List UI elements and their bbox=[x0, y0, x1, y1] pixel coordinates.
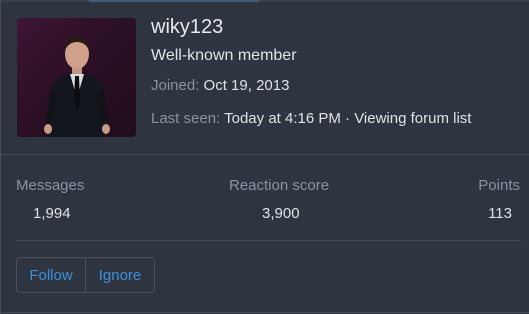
stat-value-points[interactable]: 113 bbox=[488, 205, 512, 222]
section-divider bbox=[1, 154, 529, 155]
last-seen-value: Today at 4:16 PM · Viewing forum list bbox=[224, 110, 472, 127]
member-profile-card: wiky123 Well-known member Joined: Oct 19… bbox=[0, 0, 529, 314]
ignore-button[interactable]: Ignore bbox=[85, 258, 154, 292]
avatar[interactable] bbox=[17, 18, 136, 137]
avatar-image bbox=[17, 18, 136, 137]
last-seen-row: Last seen: Today at 4:16 PM · Viewing fo… bbox=[151, 110, 471, 127]
member-actions: Follow Ignore bbox=[16, 257, 155, 293]
stat-label-points: Points bbox=[478, 177, 520, 194]
stats-divider bbox=[16, 240, 521, 241]
stat-value-reaction-score: 3,900 bbox=[262, 205, 300, 222]
username[interactable]: wiky123 bbox=[151, 16, 223, 39]
stat-label-reaction-score: Reaction score bbox=[229, 177, 330, 194]
stat-label-messages: Messages bbox=[16, 177, 85, 194]
joined-label: Joined: bbox=[151, 77, 200, 94]
active-tab-indicator bbox=[89, 0, 259, 2]
follow-button[interactable]: Follow bbox=[17, 258, 85, 292]
joined-value: Oct 19, 2013 bbox=[203, 77, 290, 94]
last-seen-label: Last seen: bbox=[151, 110, 221, 127]
user-title: Well-known member bbox=[151, 47, 297, 64]
joined-row: Joined: Oct 19, 2013 bbox=[151, 77, 289, 94]
card-top-edge bbox=[1, 0, 529, 2]
stat-value-messages[interactable]: 1,994 bbox=[33, 205, 71, 222]
card-bottom-divider bbox=[1, 312, 529, 313]
